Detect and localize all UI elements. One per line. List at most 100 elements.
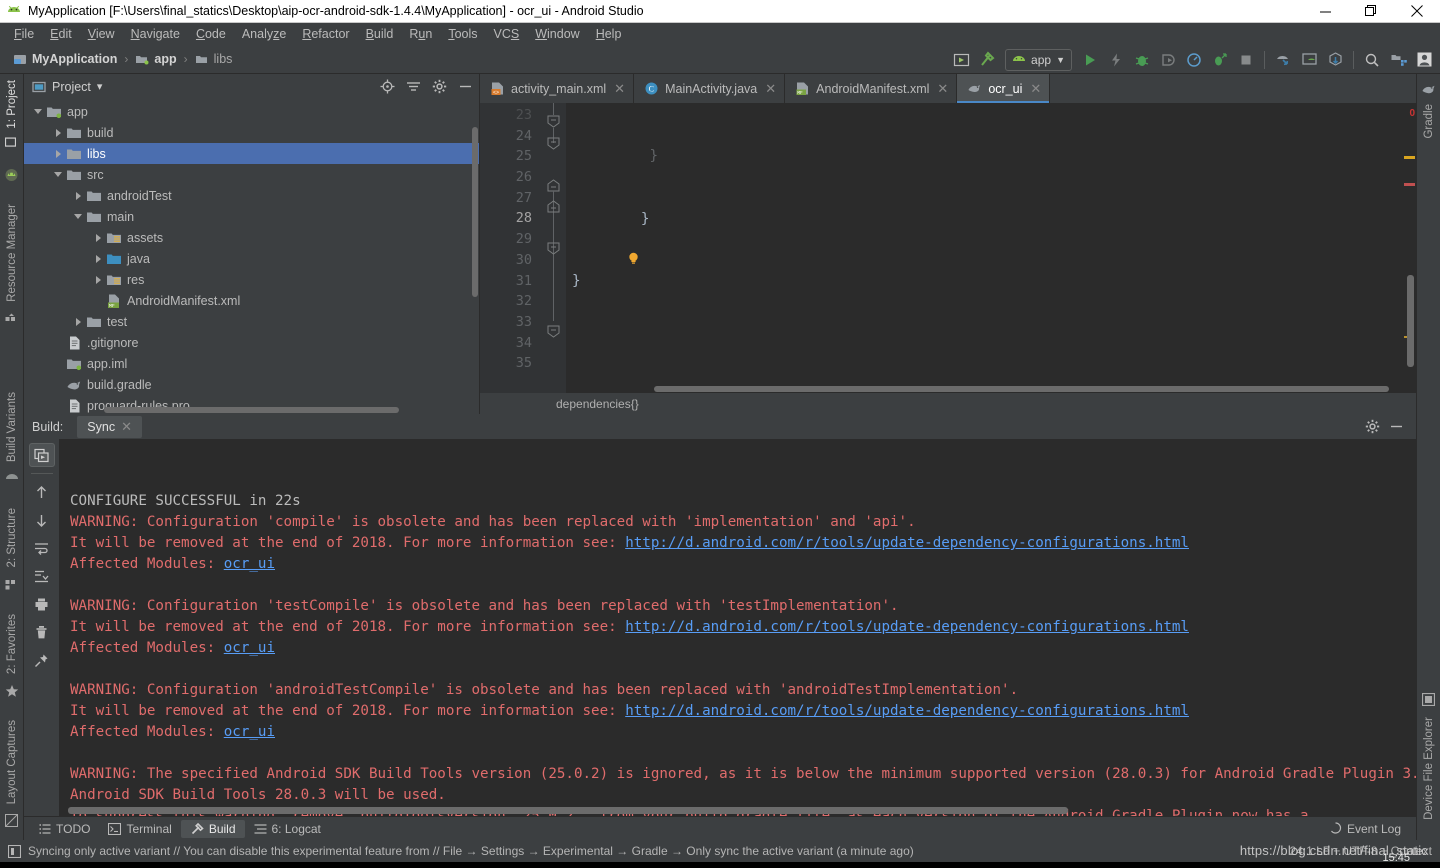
tab-ocr-ui[interactable]: ocr_ui ✕ xyxy=(957,74,1051,103)
tree-node-src[interactable]: src xyxy=(24,164,479,185)
info-icon[interactable] xyxy=(8,844,21,858)
soft-wrap-icon[interactable] xyxy=(29,536,55,560)
code-editor[interactable]: 23 24 25 26 27 28 29 30 31 32 33 34 35}… xyxy=(480,103,1416,393)
down-icon[interactable] xyxy=(29,508,55,532)
event-log-button[interactable]: Event Log xyxy=(1320,820,1410,838)
run-icon[interactable] xyxy=(1078,48,1102,72)
tree-node-java[interactable]: java xyxy=(24,248,479,269)
restart-icon[interactable] xyxy=(28,443,55,467)
stop-icon[interactable] xyxy=(1234,48,1258,72)
breadcrumb-item-project[interactable]: MyApplication xyxy=(10,51,120,67)
close-icon[interactable]: ✕ xyxy=(937,81,948,97)
pin-icon[interactable] xyxy=(29,648,55,672)
build-console[interactable]: CONFIGURE SUCCESSFUL in 22s WARNING: Conf… xyxy=(60,439,1416,816)
bottom-item-todo[interactable]: TODO xyxy=(30,820,99,838)
sdk-manager-icon[interactable] xyxy=(1297,48,1321,72)
close-icon[interactable]: ✕ xyxy=(121,419,132,435)
apply-changes-icon[interactable] xyxy=(1104,48,1128,72)
close-button[interactable] xyxy=(1394,0,1440,23)
menu-build[interactable]: Build xyxy=(358,25,402,43)
minimize-button[interactable] xyxy=(1302,0,1348,23)
breadcrumb-item-libs[interactable]: libs xyxy=(192,51,236,67)
editor-vertical-scrollbar[interactable] xyxy=(1407,275,1414,367)
bottom-item-terminal[interactable]: Terminal xyxy=(99,820,180,838)
tree-node-assets[interactable]: assets xyxy=(24,227,479,248)
expand-arrow-icon[interactable] xyxy=(90,233,106,242)
locate-icon[interactable] xyxy=(377,77,397,97)
sidebar-item-gradle[interactable]: Gradle xyxy=(1423,98,1435,145)
console-link[interactable]: ocr_ui xyxy=(224,724,275,740)
sidebar-item-project[interactable]: 1: Project xyxy=(4,74,19,154)
tree-node-app[interactable]: app xyxy=(24,101,479,122)
intention-bulb-icon[interactable] xyxy=(628,211,639,265)
tab-androidmanifest-xml[interactable]: MF AndroidManifest.xml ✕ xyxy=(785,74,958,103)
menu-window[interactable]: Window xyxy=(527,25,587,43)
collapse-arrow-icon[interactable] xyxy=(30,109,46,114)
console-link[interactable]: ocr_ui xyxy=(224,556,275,572)
collapse-all-icon[interactable] xyxy=(403,77,423,97)
make-project-icon[interactable] xyxy=(975,48,999,72)
sidebar-item-structure[interactable]: 2: Structure xyxy=(6,502,18,573)
tree-node-build[interactable]: build xyxy=(24,122,479,143)
error-stripe-marker[interactable]: 0 xyxy=(1404,103,1416,393)
menu-code[interactable]: Code xyxy=(188,25,234,43)
fold-marker[interactable] xyxy=(547,325,560,338)
project-panel-title[interactable]: Project ▾ xyxy=(32,80,102,94)
error-marker[interactable] xyxy=(1404,183,1415,186)
console-link[interactable]: http://d.android.com/r/tools/update-depe… xyxy=(625,535,1189,551)
profiler-icon[interactable] xyxy=(1182,48,1206,72)
tree-node-main[interactable]: main xyxy=(24,206,479,227)
build-settings-gear-icon[interactable] xyxy=(1362,417,1382,437)
menu-edit[interactable]: Edit xyxy=(42,25,80,43)
tab-activity-main-xml[interactable]: <> activity_main.xml ✕ xyxy=(480,74,635,103)
tab-mainactivity-java[interactable]: C MainActivity.java ✕ xyxy=(634,74,786,103)
sidebar-item-favorites[interactable]: 2: Favorites xyxy=(6,608,18,680)
editor-horizontal-scrollbar[interactable] xyxy=(654,386,1389,392)
tree-horizontal-scrollbar[interactable] xyxy=(104,407,399,413)
sidebar-item-device-file-explorer[interactable]: Device File Explorer xyxy=(1423,711,1435,826)
bottom-item-build[interactable]: Build xyxy=(180,819,245,838)
menu-view[interactable]: View xyxy=(80,25,123,43)
expand-arrow-icon[interactable] xyxy=(50,128,66,137)
sync-project-icon[interactable] xyxy=(949,48,973,72)
collapse-arrow-icon[interactable] xyxy=(50,172,66,177)
tree-node-test[interactable]: test xyxy=(24,311,479,332)
code-folding-column[interactable] xyxy=(540,103,566,393)
expand-arrow-icon[interactable] xyxy=(70,191,86,200)
avd-manager-icon[interactable] xyxy=(1271,48,1295,72)
menu-refactor[interactable]: Refactor xyxy=(294,25,357,43)
console-horizontal-scrollbar[interactable] xyxy=(68,807,1068,814)
console-link[interactable]: ocr_ui xyxy=(224,640,275,656)
maximize-button[interactable] xyxy=(1348,0,1394,23)
tree-node-app-iml[interactable]: app.iml xyxy=(24,353,479,374)
close-icon[interactable]: ✕ xyxy=(614,81,625,97)
breadcrumb-item-app[interactable]: app xyxy=(132,51,179,67)
sidebar-item-layout-captures[interactable]: Layout Captures xyxy=(6,714,18,810)
close-icon[interactable]: ✕ xyxy=(1030,81,1041,97)
menu-vcs[interactable]: VCS xyxy=(486,25,528,43)
console-link[interactable]: http://d.android.com/r/tools/update-depe… xyxy=(625,703,1189,719)
trash-icon[interactable] xyxy=(29,620,55,644)
menu-tools[interactable]: Tools xyxy=(440,25,485,43)
expand-arrow-icon[interactable] xyxy=(50,149,66,158)
sidebar-item-resource-manager[interactable]: Resource Manager xyxy=(6,198,18,308)
tree-node-androidmanifest-xml[interactable]: MF AndroidManifest.xml xyxy=(24,290,479,311)
fold-marker[interactable] xyxy=(547,242,560,255)
expand-arrow-icon[interactable] xyxy=(70,317,86,326)
hide-panel-icon[interactable] xyxy=(455,77,475,97)
tree-node-androidtest[interactable]: androidTest xyxy=(24,185,479,206)
collapse-arrow-icon[interactable] xyxy=(70,214,86,219)
tree-node--gitignore[interactable]: .gitignore xyxy=(24,332,479,353)
tree-vertical-scrollbar[interactable] xyxy=(472,127,478,297)
run-configuration-selector[interactable]: app ▼ xyxy=(1005,48,1072,71)
tree-node-libs[interactable]: libs xyxy=(24,143,479,164)
tree-node-res[interactable]: res xyxy=(24,269,479,290)
code-text[interactable]: } } } dependencies { androidTestCompile(… xyxy=(566,103,1404,393)
close-icon[interactable]: ✕ xyxy=(765,81,776,97)
menu-run[interactable]: Run xyxy=(401,25,440,43)
build-hide-icon[interactable] xyxy=(1386,417,1406,437)
sidebar-item-build-variants[interactable]: Build Variants xyxy=(6,386,18,468)
menu-navigate[interactable]: Navigate xyxy=(123,25,188,43)
bottom-item-logcat[interactable]: 6: Logcat xyxy=(245,820,330,838)
fold-marker[interactable] xyxy=(547,200,560,213)
